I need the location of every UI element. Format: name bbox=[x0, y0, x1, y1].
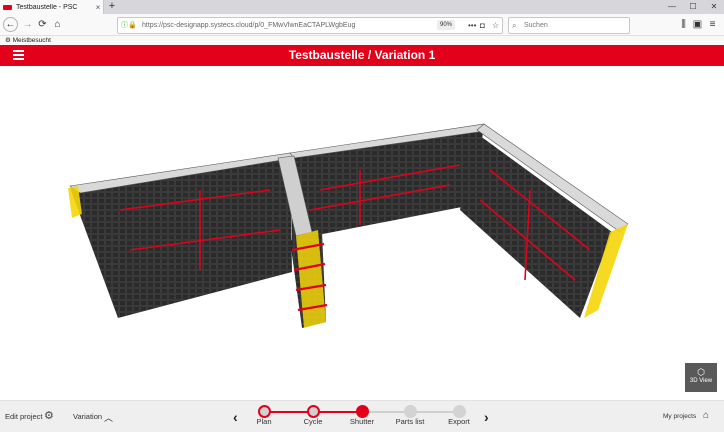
address-bar[interactable]: ⓘ🔒 https://psc-designapp.systecs.cloud/p… bbox=[117, 17, 503, 34]
pocket-icon[interactable]: ◘ bbox=[480, 18, 485, 33]
variation-button[interactable]: Variation bbox=[73, 401, 102, 432]
browser-navbar: ← → ⟳ ⌂ ⓘ🔒 https://psc-designapp.systecs… bbox=[0, 14, 724, 36]
library-icon[interactable]: ⫼ bbox=[676, 17, 691, 32]
back-icon[interactable]: ← bbox=[3, 17, 18, 32]
menu-icon[interactable]: ≡ bbox=[705, 17, 720, 32]
new-tab-button[interactable]: + bbox=[106, 0, 118, 14]
bookmark-item[interactable]: ⚙ Meistbesucht bbox=[5, 36, 51, 45]
3d-view-button[interactable]: ⬡ 3D View bbox=[685, 363, 717, 392]
gear-icon[interactable]: ⚙ bbox=[44, 409, 54, 423]
forward-icon[interactable]: → bbox=[20, 17, 35, 32]
app-header: Testbaustelle / Variation 1 bbox=[0, 45, 724, 66]
favicon-icon bbox=[3, 4, 12, 10]
bookmark-star-icon[interactable]: ☆ bbox=[492, 18, 499, 33]
bookmark-label: Meistbesucht bbox=[12, 37, 51, 44]
home-icon[interactable]: ⌂ bbox=[50, 17, 65, 32]
sidebar-icon[interactable]: ▣ bbox=[690, 17, 705, 32]
reload-icon[interactable]: ⟳ bbox=[35, 17, 50, 32]
close-window-button[interactable]: ✕ bbox=[704, 0, 724, 14]
step-connector bbox=[270, 411, 308, 413]
bookmarks-toolbar: ⚙ Meistbesucht bbox=[0, 36, 724, 45]
browser-tabstrip: Testbaustelle - PSC × + — ☐ ✕ bbox=[0, 0, 724, 14]
right-wall-panel bbox=[460, 130, 612, 318]
next-step-arrow-icon[interactable]: › bbox=[484, 410, 489, 424]
step-connector bbox=[368, 411, 404, 413]
page-title: Testbaustelle / Variation 1 bbox=[288, 48, 436, 62]
zoom-indicator[interactable]: 90% bbox=[437, 20, 456, 30]
tab-title: Testbaustelle - PSC bbox=[16, 3, 78, 11]
3d-view-label: 3D View bbox=[689, 378, 713, 384]
edit-project-button[interactable]: Edit project bbox=[5, 401, 43, 432]
url-text: https://psc-designapp.systecs.cloud/p/0_… bbox=[142, 22, 356, 29]
info-lock-icon[interactable]: ⓘ🔒 bbox=[121, 18, 137, 33]
tab-close-icon[interactable]: × bbox=[93, 3, 103, 12]
browser-tab[interactable]: Testbaustelle - PSC × bbox=[0, 0, 104, 14]
step-export-label[interactable]: Export bbox=[429, 417, 489, 426]
cube-icon: ⬡ bbox=[697, 367, 705, 377]
step-connector bbox=[319, 411, 357, 413]
formwork-3d-model[interactable] bbox=[0, 66, 724, 400]
my-projects-button[interactable]: My projects bbox=[663, 401, 696, 432]
home-icon[interactable]: ⌂ bbox=[703, 410, 709, 421]
more-actions-icon[interactable]: ••• bbox=[468, 18, 476, 33]
search-placeholder: Suchen bbox=[524, 22, 548, 29]
search-icon: ⌕ bbox=[512, 21, 517, 30]
left-wall-panel bbox=[70, 155, 292, 318]
3d-viewport[interactable] bbox=[0, 66, 724, 400]
bottom-bar: Edit project ⚙ Variation ︿ ‹ Plan Cycle … bbox=[0, 400, 724, 432]
maximize-button[interactable]: ☐ bbox=[683, 0, 703, 14]
search-input[interactable]: ⌕ Suchen bbox=[508, 17, 630, 34]
minimize-button[interactable]: — bbox=[662, 0, 682, 14]
chevron-up-icon[interactable]: ︿ bbox=[104, 411, 113, 424]
step-connector bbox=[415, 411, 453, 413]
